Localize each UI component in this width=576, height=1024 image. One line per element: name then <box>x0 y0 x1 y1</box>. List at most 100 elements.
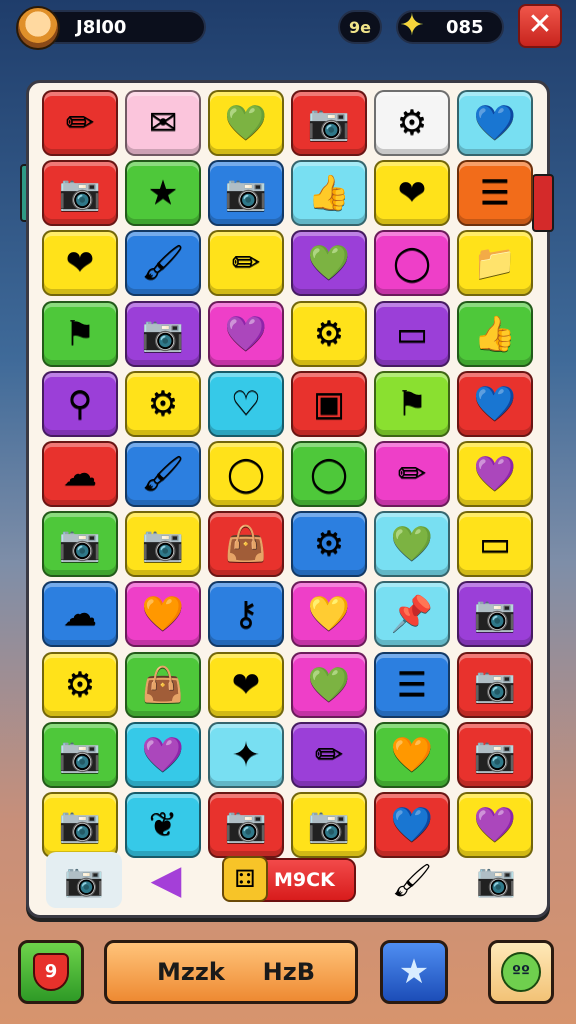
tile[interactable]: ❤ <box>42 230 118 297</box>
tile[interactable]: ✏ <box>374 441 450 507</box>
stars-value: 085 <box>446 16 484 38</box>
tile[interactable]: 🧡 <box>374 721 450 788</box>
tile[interactable]: 👜 <box>208 511 284 578</box>
tile[interactable]: ✏ <box>291 721 367 788</box>
tile[interactable]: 📷 <box>42 792 118 858</box>
tile[interactable]: ✏ <box>208 230 284 297</box>
tile[interactable]: ◯ <box>208 441 284 507</box>
brush-tool[interactable]: 🖌 <box>374 852 450 908</box>
tile[interactable]: 💚 <box>291 230 367 297</box>
tile[interactable]: ◯ <box>291 441 367 507</box>
level-number: 9 <box>44 961 58 982</box>
tile[interactable]: 📷 <box>208 792 284 858</box>
tile[interactable]: 💚 <box>374 511 450 578</box>
tile[interactable]: ⚙ <box>374 90 450 156</box>
tile[interactable]: ★ <box>125 160 201 227</box>
camera-tool[interactable]: 📷 <box>46 852 122 908</box>
tile[interactable]: ⚙ <box>291 511 367 578</box>
thumb-icon: 👍 <box>473 313 517 354</box>
tile[interactable]: ⚙ <box>291 300 367 367</box>
tile[interactable]: 🖌 <box>125 441 201 507</box>
tile[interactable]: ❤ <box>374 160 450 227</box>
gear-icon: ⚙ <box>313 524 345 565</box>
tile[interactable]: ✉ <box>125 90 201 156</box>
tile[interactable]: 💙 <box>374 792 450 858</box>
tile[interactable]: 📌 <box>374 581 450 648</box>
tile[interactable]: ❤ <box>208 651 284 718</box>
tile[interactable]: ☁ <box>42 581 118 648</box>
tile[interactable]: 💜 <box>125 721 201 788</box>
heart-icon: 💚 <box>307 664 351 705</box>
ring-icon: ◯ <box>309 454 349 494</box>
tile[interactable]: 💛 <box>291 581 367 648</box>
tile[interactable]: 📷 <box>208 160 284 227</box>
tile[interactable]: 📷 <box>42 511 118 578</box>
bag-icon: 👜 <box>224 524 268 565</box>
key-icon: ⚷ <box>233 594 259 635</box>
camera-icon: 📷 <box>224 173 268 214</box>
tile[interactable]: 📁 <box>457 230 533 297</box>
tile[interactable]: 📷 <box>42 721 118 788</box>
heart-icon: ❤ <box>231 664 261 705</box>
tile[interactable]: 🧡 <box>125 581 201 648</box>
camera-icon: 📷 <box>141 524 185 565</box>
pencil-icon: ✏ <box>314 734 344 775</box>
tile[interactable]: 💚 <box>291 651 367 718</box>
tile[interactable]: ⚙ <box>125 370 201 437</box>
tile[interactable]: 📷 <box>291 792 367 858</box>
tile[interactable]: ▣ <box>291 370 367 437</box>
tile[interactable]: ✏ <box>42 90 118 156</box>
emote-button[interactable]: ºº <box>488 940 554 1004</box>
tile[interactable]: ☰ <box>457 160 533 227</box>
tile[interactable]: ⚙ <box>42 651 118 718</box>
main-action-button[interactable]: Mzzk HzB <box>104 940 358 1004</box>
tile[interactable]: 💜 <box>208 300 284 367</box>
camera-icon: 📷 <box>307 805 351 845</box>
arrow-tool[interactable]: ◀ <box>128 852 204 908</box>
tile[interactable]: ☰ <box>374 651 450 718</box>
tile[interactable]: ☁ <box>42 441 118 507</box>
camera-icon: 📷 <box>141 313 185 354</box>
tile[interactable]: ▭ <box>374 300 450 367</box>
tile[interactable]: ❦ <box>125 792 201 858</box>
heart-icon: 💜 <box>473 454 517 494</box>
tile[interactable]: ⚑ <box>42 300 118 367</box>
camera-tool-dark[interactable]: 📷 <box>458 852 534 908</box>
heart-icon: 💙 <box>473 383 517 424</box>
tile[interactable]: 📷 <box>125 300 201 367</box>
tile[interactable]: 💜 <box>457 792 533 858</box>
tile[interactable]: 👍 <box>457 300 533 367</box>
tile[interactable]: ⚷ <box>208 581 284 648</box>
player-avatar[interactable] <box>16 6 60 50</box>
heart-icon: 💚 <box>307 243 351 284</box>
close-button[interactable]: ✕ <box>518 4 562 48</box>
pencil-icon: ✏ <box>231 243 261 284</box>
tile[interactable]: 📷 <box>457 651 533 718</box>
card-icon: ▭ <box>395 313 429 354</box>
star-icon: ✦ <box>399 8 425 43</box>
camera-icon: 📷 <box>473 664 517 705</box>
tile[interactable]: 📷 <box>291 90 367 156</box>
tile[interactable]: 💚 <box>208 90 284 156</box>
tile[interactable]: 👜 <box>125 651 201 718</box>
tile[interactable]: 📷 <box>125 511 201 578</box>
tile[interactable]: ◯ <box>374 230 450 297</box>
tile[interactable]: ⚲ <box>42 370 118 437</box>
level-button[interactable]: 9 <box>18 940 84 1004</box>
tile[interactable]: 📷 <box>457 581 533 648</box>
tile[interactable]: ✦ <box>208 721 284 788</box>
tile[interactable]: 💙 <box>457 370 533 437</box>
tile[interactable]: ▭ <box>457 511 533 578</box>
tile[interactable]: 💜 <box>457 441 533 507</box>
tile[interactable]: 💙 <box>457 90 533 156</box>
thumb-icon: 👍 <box>307 173 351 214</box>
tile[interactable]: 👍 <box>291 160 367 227</box>
camera-icon: 📷 <box>473 594 517 635</box>
tile[interactable]: 📷 <box>457 721 533 788</box>
mid-counter: 9e <box>338 10 382 44</box>
tile[interactable]: ⚑ <box>374 370 450 437</box>
tile[interactable]: 🖌 <box>125 230 201 297</box>
tile[interactable]: 📷 <box>42 160 118 227</box>
tile[interactable]: ♡ <box>208 370 284 437</box>
boost-button[interactable]: ★ <box>380 940 448 1004</box>
